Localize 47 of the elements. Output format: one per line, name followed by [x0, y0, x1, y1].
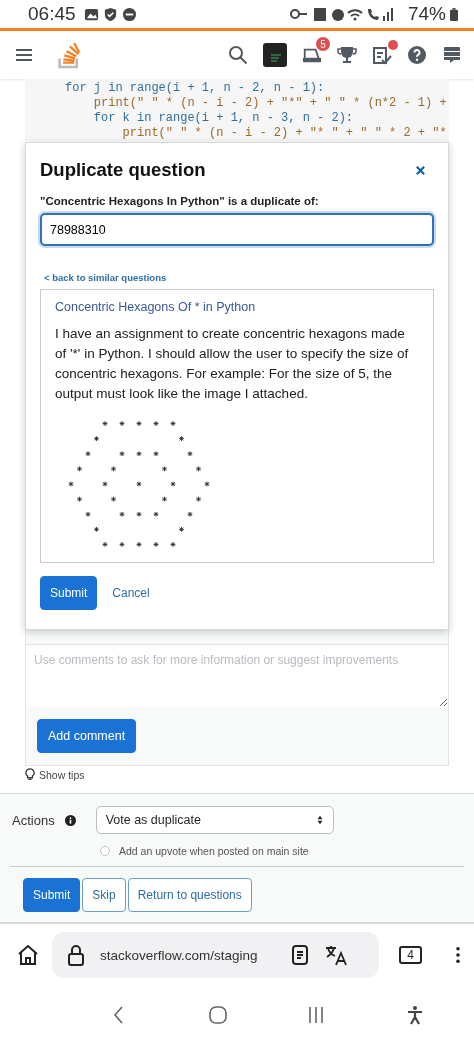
search-icon[interactable]	[228, 45, 248, 65]
info-icon[interactable]	[64, 814, 76, 826]
comment-field[interactable]: Use comments to ask for more information or suggest improvements	[26, 645, 448, 707]
dialog-submit-button[interactable]: Submit	[40, 576, 98, 610]
status-time: 06:45	[28, 3, 76, 25]
outline-button[interactable]: Return to questions	[127, 878, 252, 912]
tab-count-button[interactable]: 4	[399, 946, 422, 964]
back-link[interactable]: < back to similar questions	[44, 272, 434, 283]
code-line: print(" " * (n - i - 2) + "*" + " " * (n*2 - 1) +	[92, 96, 448, 111]
lightbulb-icon	[25, 768, 35, 781]
dropdown-arrows-icon	[315, 815, 324, 825]
code-line: print(" " * (n - i - 2) + "* " + " " * 2 + "*	[121, 126, 448, 141]
dialog-title: Duplicate question	[40, 159, 206, 181]
home-button-icon[interactable]	[207, 1005, 228, 1025]
help-icon[interactable]	[407, 45, 427, 65]
upvote-option-label: Add an upvote when posted on main site	[119, 845, 309, 857]
battery-icon	[450, 7, 458, 21]
code-line: for k in range(i + 1, n - 3, n - 2):	[92, 111, 355, 126]
translate-icon[interactable]	[324, 943, 348, 967]
battery-percent: 74%	[407, 3, 446, 25]
question-id-field[interactable]: 78988310	[40, 213, 434, 246]
more-options-icon[interactable]	[456, 946, 460, 964]
show-tips-link[interactable]: Show tips	[39, 768, 85, 781]
trophy-icon[interactable]	[337, 45, 357, 65]
duplicate-label: "Concentric Hexagons In Python" is a duplicate of:	[40, 195, 320, 207]
cancel-button[interactable]: Cancel	[103, 576, 159, 610]
gallery-icon	[83, 6, 99, 22]
inbox-count-badge: 5	[316, 37, 330, 51]
do-not-disturb-icon	[121, 6, 137, 22]
user-avatar[interactable]	[263, 43, 287, 67]
actions-label: Actions	[12, 812, 55, 828]
outline-button[interactable]: Skip	[82, 878, 126, 912]
home-icon[interactable]	[16, 943, 40, 967]
upvote-radio[interactable]	[100, 846, 110, 856]
question-body: I have an assignment to create concentric hexagons made of '*' in Python. I should allow the user to specify the size of concentric hexagons. For example: For the size of 5, the output must look like the image I attached.	[55, 325, 410, 403]
notification-dot	[388, 40, 398, 50]
site-switcher-icon[interactable]	[442, 45, 462, 65]
action-select[interactable]: Vote as duplicate	[95, 806, 334, 834]
add-comment-button[interactable]: Add comment	[37, 719, 137, 753]
close-icon[interactable]	[415, 164, 426, 176]
url-text[interactable]: stackoverflow.com/staging	[100, 947, 276, 963]
stack-logo-icon[interactable]	[57, 41, 81, 69]
shield-icon	[102, 6, 118, 22]
code-line: for j in range(i + 1, n - 2, n - 1):	[65, 81, 326, 96]
question-title-link[interactable]: Concentric Hexagons Of * in Python	[55, 300, 419, 314]
submit-button[interactable]: Submit	[23, 878, 81, 912]
review-icon[interactable]	[372, 45, 392, 65]
